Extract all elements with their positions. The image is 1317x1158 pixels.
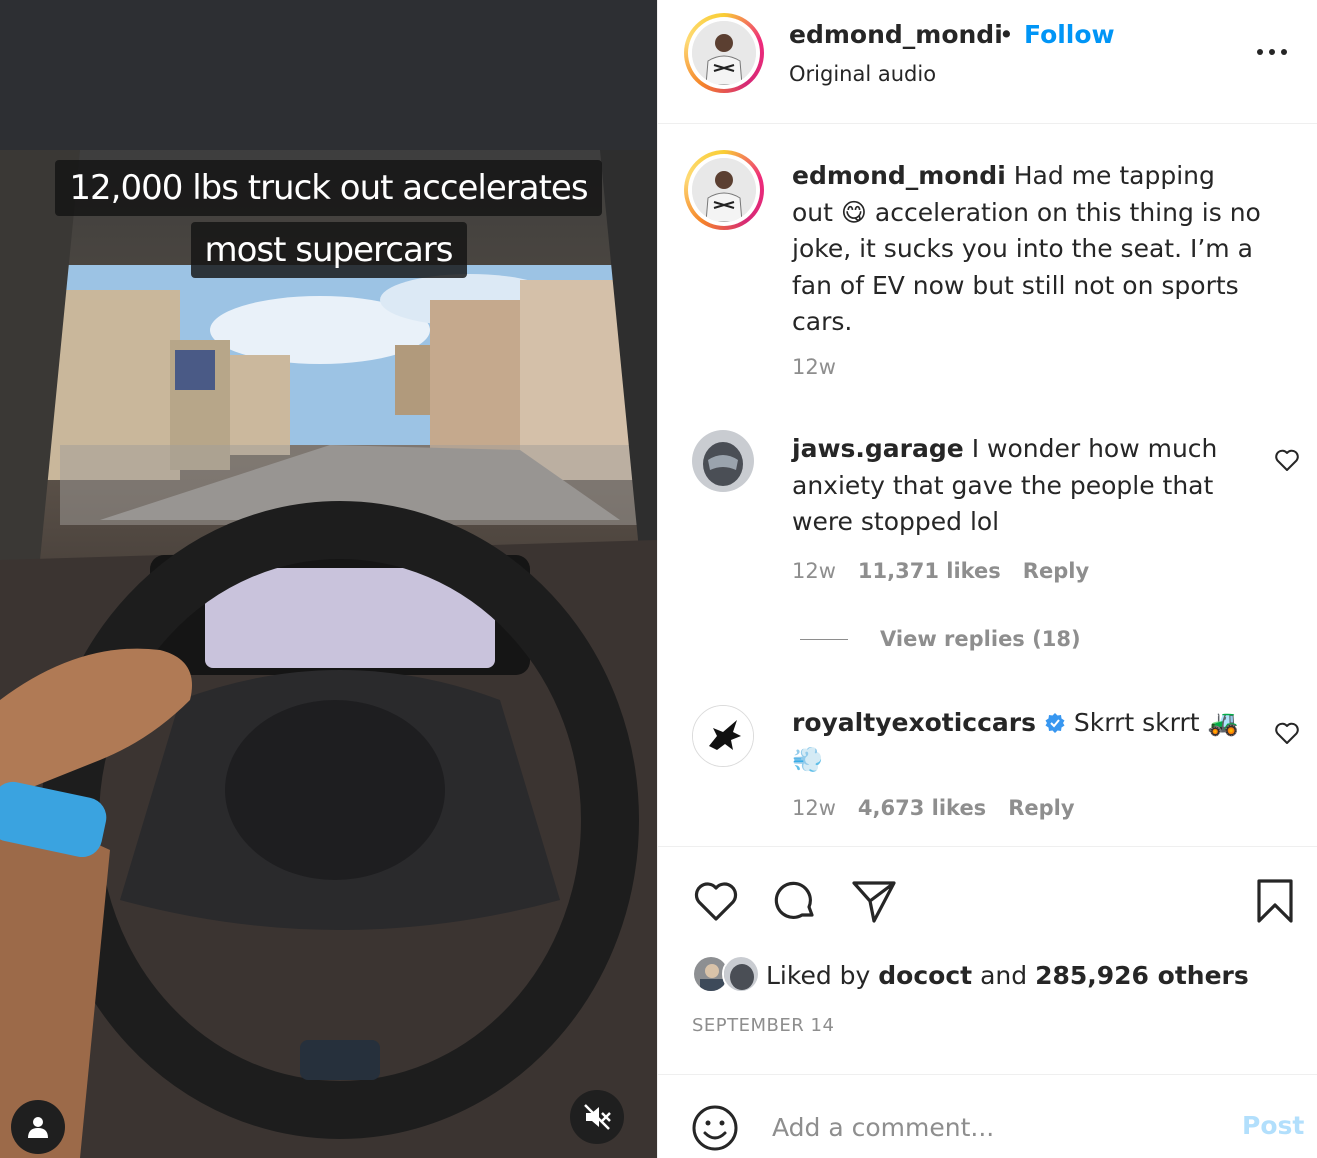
tagged-users-button[interactable] [11, 1100, 65, 1154]
comment-icon[interactable] [771, 877, 819, 925]
comment-like-heart-icon[interactable] [1274, 447, 1300, 473]
separator-dot: • [999, 20, 1014, 49]
muted-speaker-icon [584, 1104, 611, 1130]
caption-author-avatar[interactable] [684, 150, 764, 230]
reply-button[interactable]: Reply [1008, 796, 1074, 820]
replies-divider-line [800, 638, 848, 640]
comment-likes[interactable]: 11,371 likes [858, 559, 1001, 583]
add-comment-input[interactable] [772, 1107, 1212, 1147]
emoji-icon[interactable] [690, 1103, 740, 1153]
yum-emoji: 😋 [840, 197, 867, 227]
author-avatar[interactable] [684, 13, 764, 93]
liker-avatars [692, 955, 766, 995]
reel-video[interactable]: 12,000 lbs truck out accelerates most su… [0, 0, 657, 1158]
comment-time[interactable]: 12w [792, 796, 836, 820]
liked-by-prefix: Liked by [766, 960, 871, 990]
griffin-logo-avatar [693, 706, 753, 766]
comment-username[interactable]: jaws.garage [792, 434, 964, 463]
author-photo [692, 21, 756, 85]
share-icon[interactable] [850, 877, 898, 925]
mute-toggle-button[interactable] [570, 1090, 624, 1144]
comment-text: Skrrt skrrt [1073, 708, 1200, 737]
video-caption-line-1: 12,000 lbs truck out accelerates [0, 160, 657, 216]
post-date[interactable]: SEPTEMBER 14 [692, 1015, 834, 1036]
post-actions: Liked by dococt and 285,926 others SEPTE… [658, 846, 1317, 1074]
comment-body: jaws.garage I wonder how much anxiety th… [792, 431, 1262, 541]
comment-meta: 12w 11,371 likes Reply [792, 559, 1089, 583]
reply-button[interactable]: Reply [1023, 559, 1089, 583]
view-replies-button[interactable]: View replies (18) [800, 627, 1081, 651]
verified-badge-icon [1045, 713, 1065, 733]
liked-by-and: and [980, 960, 1028, 990]
commenter-avatar-royaltyexoticcars[interactable] [692, 705, 754, 767]
comments-list[interactable]: edmond_mondi Had me tapping out 😋 accele… [658, 125, 1317, 845]
caption-username[interactable]: edmond_mondi [792, 161, 1006, 190]
liked-by-summary[interactable]: Liked by dococt and 285,926 others [692, 955, 1249, 995]
liked-by-others[interactable]: 285,926 others [1035, 961, 1249, 990]
heart-icon[interactable] [692, 877, 740, 925]
bookmark-icon[interactable] [1251, 877, 1299, 925]
comment-meta: 12w 4,673 likes Reply [792, 796, 1075, 820]
comment-username[interactable]: royaltyexoticcars [792, 708, 1036, 737]
liker-avatar [722, 955, 760, 993]
liked-by-user[interactable]: dococt [878, 961, 972, 990]
follow-button[interactable]: Follow [1024, 20, 1115, 49]
user-icon [28, 1117, 48, 1138]
author-photo [692, 158, 756, 222]
commenter-avatar-jaws-garage[interactable] [692, 430, 754, 492]
more-options-icon[interactable] [1254, 34, 1290, 70]
add-comment-bar: Post [658, 1074, 1317, 1158]
audio-label[interactable]: Original audio [789, 62, 936, 86]
comment-likes[interactable]: 4,673 likes [858, 796, 986, 820]
author-username[interactable]: edmond_mondi [789, 20, 1003, 49]
comment-body: royaltyexoticcars Skrrt skrrt 🚜 💨 [792, 705, 1262, 778]
post-details-panel: edmond_mondi • Follow Original audio edm… [657, 0, 1317, 1158]
view-replies-label[interactable]: View replies (18) [880, 627, 1081, 651]
helmet-avatar-image [692, 430, 754, 492]
video-caption-line-2: most supercars [0, 222, 657, 278]
post-caption: edmond_mondi Had me tapping out 😋 accele… [792, 158, 1262, 341]
caption-time[interactable]: 12w [792, 355, 836, 379]
comment-like-heart-icon[interactable] [1274, 720, 1300, 746]
comment-time[interactable]: 12w [792, 559, 836, 583]
post-comment-button[interactable]: Post [1242, 1111, 1304, 1140]
post-header: edmond_mondi • Follow Original audio [658, 0, 1317, 124]
